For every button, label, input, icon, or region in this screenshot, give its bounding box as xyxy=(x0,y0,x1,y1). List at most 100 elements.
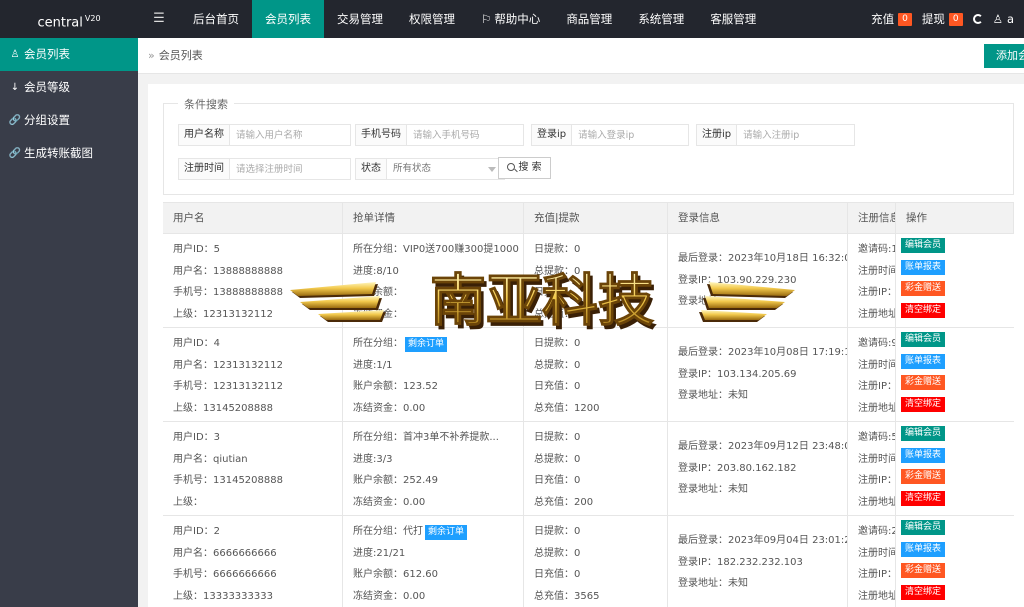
login-cell: 最后登录：2023年09月12日 23:48:05 登录IP：203.80.162… xyxy=(668,422,848,515)
status-select-field: 状态 所有状态 xyxy=(355,158,505,180)
menu-toggle-icon[interactable]: ☰ xyxy=(148,0,170,38)
nav-item-5[interactable]: 商品管理 xyxy=(553,0,625,38)
reg-cell: 邀请码:9607 注册时间：2 注册IP：10 注册地址： xyxy=(848,328,896,421)
cell-line: 邀请码:1085 xyxy=(858,244,895,255)
breadcrumb-bar: » 会员列表 添加会 xyxy=(138,38,1024,74)
user-icon: ♙ xyxy=(992,12,1003,26)
cell-line: 注册时间：2 xyxy=(858,265,895,277)
nav-item-6[interactable]: 系统管理 xyxy=(625,0,697,38)
clear-binding-button[interactable]: 清空绑定 xyxy=(901,490,946,506)
reg-cell: 邀请码:5204 注册时间：2 注册IP： 注册地址： xyxy=(848,422,896,515)
username-input[interactable] xyxy=(230,125,350,145)
column-header: 登录信息 xyxy=(668,203,848,234)
cell-line: 注册时间：2 xyxy=(858,453,895,465)
sidebar-item-3[interactable]: 🔗 生成转账截图 xyxy=(0,137,138,170)
app-logo[interactable]: central V20 xyxy=(0,0,138,38)
bonus-gift-button[interactable]: 彩金赠送 xyxy=(901,563,946,578)
cell-line: 登录地址：未知 xyxy=(678,390,748,402)
edit-member-button[interactable]: 编辑会员 xyxy=(901,426,946,441)
nav-item-2[interactable]: 交易管理 xyxy=(324,0,396,38)
cell-line: 冻结资金：0.00 xyxy=(353,590,426,602)
clear-binding-button[interactable]: 清空绑定 xyxy=(901,584,946,600)
cell-line: 登录地址：未知 xyxy=(678,484,748,496)
cell-line: 手机号：6666666666 xyxy=(173,569,277,581)
money-cell: 日提款：0 总提款：0 日充值：0 总充值：3565 xyxy=(524,516,668,607)
edit-member-button[interactable]: 编辑会员 xyxy=(901,332,946,347)
cell-line: 日充值：0 xyxy=(534,381,581,393)
username-search-field: 用户名称 xyxy=(178,124,351,146)
cell-line: 注册时间：2 xyxy=(858,359,895,371)
left-wing-icon xyxy=(290,282,386,322)
search-legend: 条件搜索 xyxy=(178,96,234,112)
cell-line: 最后登录：2023年10月08日 17:19:14 xyxy=(678,347,847,358)
ops-cell: 编辑会员账单报表彩金赠送清空绑定 xyxy=(896,516,1014,607)
cell-line: 进度:1/1 xyxy=(353,359,393,371)
cell-line: 日充值：0 xyxy=(534,475,581,487)
nav-item-4[interactable]: ⚐ 帮助中心 xyxy=(468,0,553,38)
withdraw-notice[interactable]: 提现 0 xyxy=(922,11,963,27)
sidebar-item-1[interactable]: ↓ 会员等级 xyxy=(0,71,138,104)
bill-report-button[interactable]: 账单报表 xyxy=(901,541,946,557)
cell-line: 进度:3/3 xyxy=(353,453,393,465)
cell-line: 用户名：12313132112 xyxy=(173,359,283,371)
reg-time-search-field: 注册时间 xyxy=(178,158,351,180)
phone-search-field: 手机号码 xyxy=(355,124,524,146)
bonus-gift-button[interactable]: 彩金赠送 xyxy=(901,469,946,484)
recharge-notice[interactable]: 充值 0 xyxy=(871,11,912,27)
cell-line: 日提款：0 xyxy=(534,244,581,255)
clear-binding-button[interactable]: 清空绑定 xyxy=(901,396,946,412)
cell-line: 登录IP：203.80.162.182 xyxy=(678,462,797,474)
reg-time-input[interactable] xyxy=(230,159,350,179)
column-header: 充值|提款 xyxy=(524,203,668,234)
cell-line: 总充值：1200 xyxy=(534,402,600,414)
cell-line: 注册地址： xyxy=(858,496,895,508)
cell-line: 用户ID：3 xyxy=(173,432,221,443)
bill-report-button[interactable]: 账单报表 xyxy=(901,353,946,369)
bonus-gift-button[interactable]: 彩金赠送 xyxy=(901,375,946,390)
nav-item-1[interactable]: 会员列表 xyxy=(252,0,324,38)
cell-line: 所在分组：首冲3单不补养提款... xyxy=(353,432,499,443)
search-fieldset: 条件搜索 用户名称 手机号码 登录ip 注册ip 注册时间 状态 所有状态 xyxy=(163,96,1014,195)
cell-line: 登录地址：未知 xyxy=(678,578,748,590)
nav-item-7[interactable]: 客服管理 xyxy=(697,0,769,38)
cell-line: 上级： xyxy=(173,496,203,508)
cell-line: 注册地址： xyxy=(858,402,895,414)
status-select[interactable]: 所有状态 xyxy=(387,159,504,179)
sidebar-item-2[interactable]: 🔗 分组设置 xyxy=(0,104,138,137)
column-header: 操作 xyxy=(896,203,1014,234)
cell-line: 账户余额：123.52 xyxy=(353,381,438,393)
cell-line: 上级：13333333333 xyxy=(173,590,273,602)
edit-member-button[interactable]: 编辑会员 xyxy=(901,520,946,535)
bonus-gift-button[interactable]: 彩金赠送 xyxy=(901,281,946,296)
sidebar-item-label: 分组设置 xyxy=(24,113,70,127)
nav-item-0[interactable]: 后台首页 xyxy=(180,0,252,38)
sidebar-item-label: 会员列表 xyxy=(24,47,70,61)
cell-line: 邀请码:2487 xyxy=(858,526,895,537)
sidebar-item-0[interactable]: ♙ 会员列表 xyxy=(0,38,138,71)
nav-item-3[interactable]: 权限管理 xyxy=(396,0,468,38)
right-wing-icon xyxy=(699,282,795,322)
order-cell: 所在分组：首冲3单不补养提款... 进度:3/3 账户余额：252.49 冻结资金：0… xyxy=(343,422,524,515)
reg-ip-input[interactable] xyxy=(737,125,854,145)
bill-report-button[interactable]: 账单报表 xyxy=(901,447,946,463)
bill-report-button[interactable]: 账单报表 xyxy=(901,259,946,275)
edit-member-button[interactable]: 编辑会员 xyxy=(901,238,946,253)
table-row: 用户ID：2 用户名：6666666666 手机号：6666666666 上级：133… xyxy=(163,516,1014,607)
cell-line: 上级：13145208888 xyxy=(173,402,273,414)
cell-line: 进度:21/21 xyxy=(353,547,406,559)
recharge-count-badge: 0 xyxy=(898,12,912,26)
login-ip-input[interactable] xyxy=(572,125,688,145)
cell-line: 邀请码:9607 xyxy=(858,338,895,349)
refresh-icon[interactable] xyxy=(972,14,983,24)
user-menu[interactable]: ♙ a xyxy=(993,12,1014,26)
clear-binding-button[interactable]: 清空绑定 xyxy=(901,302,946,318)
table-row: 用户ID：3 用户名：qiutian 手机号：13145208888 上级： 所在分组：… xyxy=(163,422,1014,516)
add-member-button[interactable]: 添加会 xyxy=(984,44,1024,68)
phone-input[interactable] xyxy=(407,125,523,145)
breadcrumb-current[interactable]: 会员列表 xyxy=(159,49,203,62)
search-button[interactable]: 搜 索 xyxy=(498,157,551,179)
cell-line: 冻结资金：0.00 xyxy=(353,402,426,414)
link-icon: 🔗 xyxy=(8,115,22,126)
cell-line: 日充值：0 xyxy=(534,569,581,581)
remaining-orders-tag[interactable]: 剩余订单 xyxy=(425,525,468,540)
